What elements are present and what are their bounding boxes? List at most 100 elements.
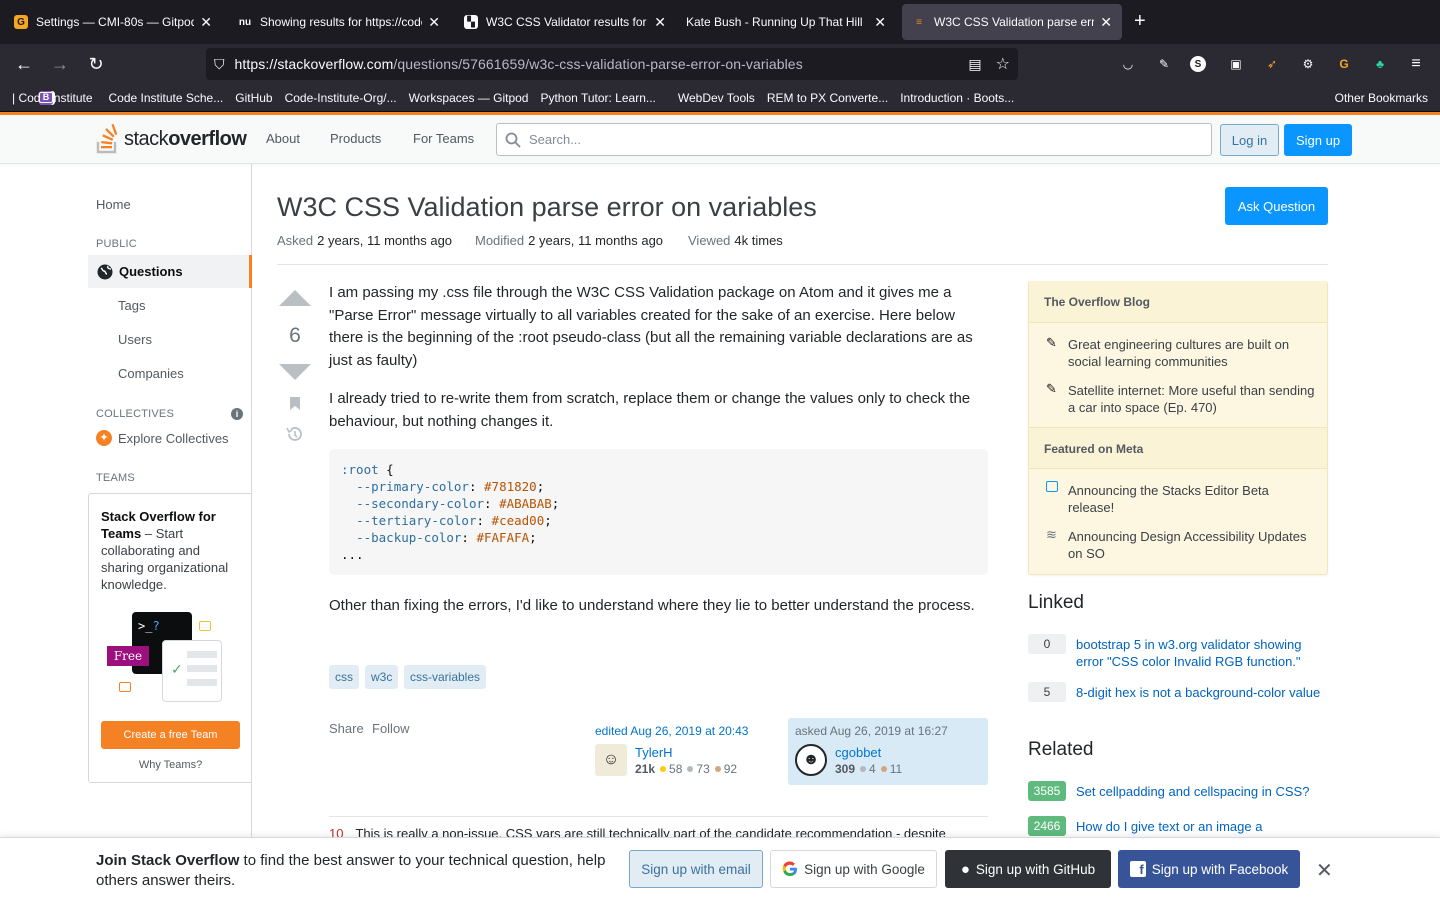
bookmark-star-icon[interactable]: ☆ xyxy=(996,54,1010,74)
browser-tab[interactable]: G Settings — CMI-80s — Gitpod C ✕ xyxy=(4,4,222,40)
meta-item[interactable]: Announcing Design Accessibility Updates … xyxy=(1068,528,1318,562)
bookmark-folder[interactable]: WebDev Tools xyxy=(39,90,755,105)
history-icon[interactable] xyxy=(286,426,304,442)
question-title[interactable]: W3C CSS Validation parse error on variab… xyxy=(277,192,817,223)
nav-questions[interactable]: Questions xyxy=(88,255,252,288)
linked-heading: Linked xyxy=(1028,592,1084,613)
nav-products[interactable]: Products xyxy=(330,131,381,146)
signup-facebook-button[interactable]: f Sign up with Facebook xyxy=(1118,850,1300,888)
signup-github-button[interactable]: ● Sign up with GitHub xyxy=(945,850,1111,888)
menu-icon[interactable]: ≡ xyxy=(1406,54,1426,74)
browser-tab-active[interactable]: ≡ W3C CSS Validation parse error ✕ xyxy=(902,4,1122,40)
bookmark-item[interactable]: B Introduction · Boots... xyxy=(39,90,1014,105)
google-icon xyxy=(782,861,798,877)
tag-w3c[interactable]: w3c xyxy=(365,665,399,689)
login-button[interactable]: Log in xyxy=(1220,124,1279,156)
rocket-extension-icon[interactable]: ➶ xyxy=(1262,54,1282,74)
tab-title: Settings — CMI-80s — Gitpod C xyxy=(36,15,195,29)
meta-item[interactable]: Announcing the Stacks Editor Beta releas… xyxy=(1068,482,1318,516)
follow-link[interactable]: Follow xyxy=(372,721,410,736)
gitpod-extension-icon[interactable]: G xyxy=(1334,54,1354,74)
bookmark-item[interactable]: ●Code-Institute-Org/... xyxy=(43,91,396,105)
gear-extension-icon[interactable]: ⚙ xyxy=(1298,54,1318,74)
avatar[interactable]: ☺ xyxy=(595,744,627,776)
edited-timestamp[interactable]: edited Aug 26, 2019 at 20:43 xyxy=(595,724,748,738)
divider xyxy=(329,816,988,817)
create-free-team-button[interactable]: Create a free Team xyxy=(101,721,240,749)
tree-extension-icon[interactable]: ♣ xyxy=(1370,54,1390,74)
logo-wordmark: stackoverflow xyxy=(124,128,247,151)
blog-item[interactable]: Satellite internet: More useful than sen… xyxy=(1068,382,1318,416)
reload-icon[interactable]: ↻ xyxy=(84,52,108,76)
tab-close-icon[interactable]: ✕ xyxy=(200,14,212,31)
ask-question-button[interactable]: Ask Question xyxy=(1225,187,1328,225)
editor-name[interactable]: TylerH xyxy=(635,745,673,760)
why-teams-link[interactable]: Why Teams? xyxy=(101,757,240,774)
bookmark-item[interactable]: ●GitHub xyxy=(43,91,272,105)
related-question-link[interactable]: Set cellpadding and cellspacing in CSS? xyxy=(1076,783,1328,800)
forward-icon[interactable]: → xyxy=(48,52,72,76)
reader-view-icon[interactable]: ▤ xyxy=(968,56,981,73)
code-prop: --secondary-color xyxy=(356,496,484,511)
browser-tab[interactable]: nu Showing results for https://code ✕ xyxy=(228,4,450,40)
bookmark-item[interactable]: CbREM to PX Converte... xyxy=(39,90,888,105)
wrench-icon[interactable]: ✎ xyxy=(1154,54,1174,74)
stackoverflow-logo[interactable]: stackoverflow xyxy=(96,124,247,154)
silver-badge-icon xyxy=(860,766,867,772)
left-sidebar: Home PUBLIC Questions Tags Users Compani… xyxy=(88,164,252,900)
nav-users[interactable]: Users xyxy=(118,332,152,347)
browser-tab[interactable]: ▚ W3C CSS Validator results for ht ✕ xyxy=(454,4,676,40)
bookmark-label: WebDev Tools xyxy=(677,90,755,105)
nav-about[interactable]: About xyxy=(266,131,300,146)
tab-close-icon[interactable]: ✕ xyxy=(428,14,440,31)
chat-bubble-icon xyxy=(199,621,211,631)
back-icon[interactable]: ← xyxy=(12,52,36,76)
search-input[interactable]: Search... xyxy=(496,123,1212,156)
info-icon[interactable]: i xyxy=(231,408,243,420)
tag-css[interactable]: css xyxy=(329,665,359,689)
related-score: 3585 xyxy=(1028,781,1066,801)
so-header: stackoverflow About Products For Teams S… xyxy=(0,115,1440,164)
overflow-blog-widget: The Overflow Blog ✎ Great engineering cu… xyxy=(1028,281,1328,575)
close-icon[interactable]: ✕ xyxy=(1316,858,1333,883)
bookmark-item[interactable]: ○Code Institute Sche... xyxy=(39,90,223,105)
tab-close-icon[interactable]: ✕ xyxy=(874,14,886,31)
share-link[interactable]: Share xyxy=(329,721,364,736)
upvote-icon[interactable] xyxy=(279,290,311,306)
image-extension-icon[interactable]: ▣ xyxy=(1226,54,1246,74)
new-tab-icon[interactable]: + xyxy=(1134,10,1146,33)
other-bookmarks-folder[interactable]: Other Bookmarks xyxy=(39,90,1428,105)
asker-name[interactable]: cgobbet xyxy=(835,745,881,760)
shield-icon[interactable]: ⛉ xyxy=(214,56,225,73)
related-question-link[interactable]: How do I give text or an image a xyxy=(1076,818,1328,835)
code-prop: --primary-color xyxy=(356,479,469,494)
modified-value[interactable]: 2 years, 11 months ago xyxy=(528,233,663,248)
browser-tab[interactable]: Kate Bush - Running Up That Hill ✕ xyxy=(676,4,896,40)
nav-for-teams[interactable]: For Teams xyxy=(413,131,474,146)
avatar[interactable]: ☻ xyxy=(795,744,827,776)
signup-button[interactable]: Sign up xyxy=(1284,124,1352,156)
tab-title: W3C CSS Validator results for ht xyxy=(486,15,649,29)
signup-email-button[interactable]: Sign up with email xyxy=(629,850,763,888)
tab-close-icon[interactable]: ✕ xyxy=(654,14,666,31)
pocket-icon[interactable]: ◡ xyxy=(1118,54,1138,74)
bookmark-item[interactable]: GWorkspaces — Gitpod xyxy=(42,91,528,105)
tag-css-variables[interactable]: css-variables xyxy=(404,665,487,689)
bookmark-icon[interactable] xyxy=(289,396,301,411)
tab-close-icon[interactable]: ✕ xyxy=(1100,14,1112,31)
linked-question-link[interactable]: bootstrap 5 in w3.org validator showing … xyxy=(1076,636,1328,670)
blog-item[interactable]: Great engineering cultures are built on … xyxy=(1068,336,1318,370)
nav-explore-collectives[interactable]: Explore Collectives xyxy=(118,431,229,446)
signup-google-button[interactable]: Sign up with Google xyxy=(770,850,937,888)
downvote-icon[interactable] xyxy=(279,364,311,380)
linked-question-link[interactable]: 8-digit hex is not a background-color va… xyxy=(1076,684,1328,701)
bookmark-item[interactable]: ◆Python Tutor: Learn... xyxy=(43,91,656,105)
bookmark-label: Other Bookmarks xyxy=(1334,90,1428,105)
nav-tags[interactable]: Tags xyxy=(118,298,145,313)
url-bar[interactable]: ⛉ https://stackoverflow.com/questions/57… xyxy=(206,48,1018,80)
bronze-count: 11 xyxy=(889,762,903,776)
nav-home[interactable]: Home xyxy=(96,197,131,212)
nav-companies[interactable]: Companies xyxy=(118,366,184,381)
s-extension-icon[interactable]: S xyxy=(1190,56,1206,72)
pencil-icon: ✎ xyxy=(1046,335,1057,350)
